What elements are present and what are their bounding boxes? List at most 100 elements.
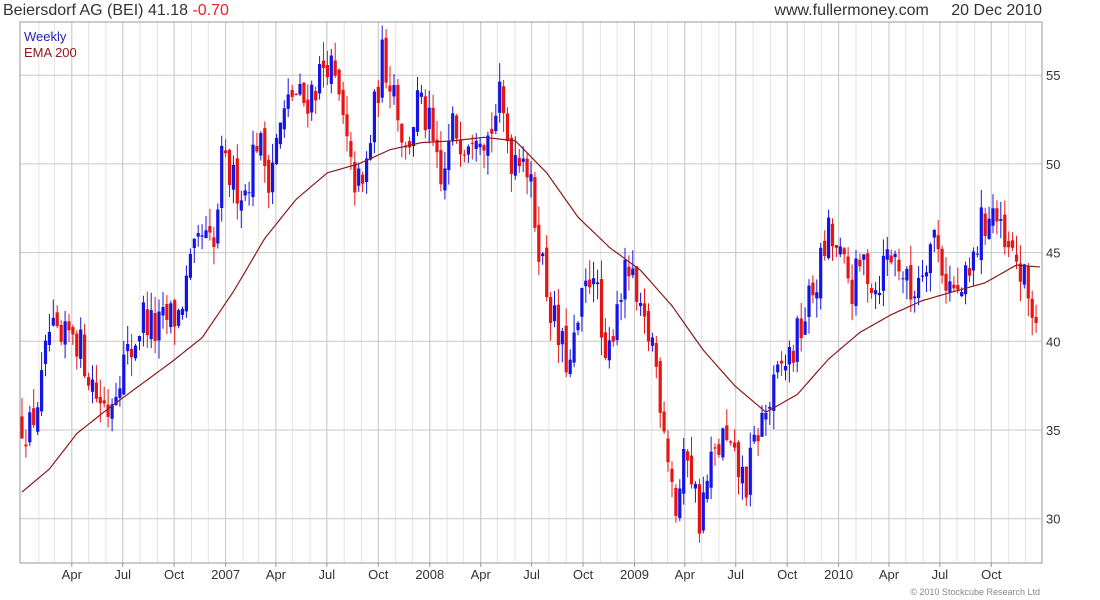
candle-up [580, 288, 584, 317]
candle-up [560, 331, 564, 345]
candle-down [294, 94, 298, 95]
candle-up [282, 108, 286, 130]
candle-down [944, 273, 948, 291]
candle-down [396, 84, 400, 121]
candle-down [490, 128, 494, 134]
candle-up [787, 347, 791, 365]
candle-down [388, 85, 392, 92]
candle-up [521, 158, 525, 162]
candle-down [823, 240, 827, 256]
candle-up [740, 466, 744, 484]
candle-down [353, 161, 357, 193]
candle-up [748, 447, 752, 495]
candle-up [928, 244, 932, 274]
candle-down [713, 447, 717, 449]
candle-down [20, 416, 24, 439]
candle-down [302, 82, 306, 104]
x-tick-label: Jul [932, 567, 949, 582]
candle-up [682, 449, 686, 494]
candle-up [200, 235, 204, 237]
candle-up [392, 85, 396, 97]
candle-down [654, 343, 658, 367]
candle-down [689, 455, 694, 485]
candle-up [607, 340, 611, 361]
candle-down [666, 438, 670, 463]
copyright-notice: © 2010 Stockcube Research Ltd [910, 587, 1040, 597]
candle-up [169, 303, 173, 327]
candle-down [321, 60, 326, 69]
candle-up [415, 90, 420, 132]
candle-up [584, 280, 588, 287]
candle-down [227, 149, 232, 186]
x-tick-label: 2009 [620, 567, 649, 582]
candle-up [161, 307, 165, 316]
x-axis-ticks: Apr Jul Oct 2007 Apr Jul Oct 2008 Apr Jul Oct 2009 A… [62, 563, 1002, 582]
candle-down [325, 65, 329, 78]
candle-down [733, 442, 737, 448]
candle-down [697, 484, 701, 534]
candle-down [744, 466, 748, 498]
x-tick-label: Apr [879, 567, 900, 582]
x-tick-label: 2008 [415, 567, 444, 582]
candle-down [952, 284, 956, 289]
candle-down [811, 282, 815, 296]
candle-up [310, 84, 314, 113]
candle-down [1011, 240, 1015, 248]
candle-up [932, 229, 936, 238]
candle-up [298, 84, 302, 95]
candle-up [122, 354, 126, 395]
candle-down [537, 224, 541, 262]
candle-up [419, 92, 423, 97]
x-tick-label: Jul [318, 567, 335, 582]
candle-up [960, 291, 964, 297]
candle-down [71, 327, 75, 335]
candle-up [251, 144, 255, 198]
candle-up [877, 292, 882, 296]
candle-up [764, 412, 768, 420]
candle-down [983, 213, 987, 236]
x-tick-label: Apr [675, 567, 696, 582]
candle-up [365, 158, 369, 182]
candle-up [47, 331, 51, 345]
candle-up [126, 344, 130, 352]
candle-down [646, 310, 651, 342]
candle-up [188, 254, 192, 278]
candle-up [231, 164, 235, 190]
candle-up [274, 137, 279, 165]
candle-up [760, 412, 764, 437]
candle-up [721, 428, 725, 458]
candle-up [184, 275, 188, 312]
candle-down [376, 86, 380, 103]
candle-up [807, 285, 811, 317]
candle-down [400, 123, 404, 143]
candle-up [917, 277, 921, 299]
candle-down [32, 408, 36, 426]
candle-up [79, 329, 83, 359]
candle-down [627, 266, 631, 277]
candle-down [509, 137, 513, 174]
candle-up [619, 300, 623, 302]
candle-up [368, 143, 373, 160]
candle-up [913, 296, 917, 299]
candle-up [948, 281, 952, 293]
y-tick-label: 35 [1046, 423, 1060, 438]
candle-up [286, 94, 290, 109]
candle-up [329, 55, 333, 84]
candle-up [141, 302, 145, 333]
candle-down [87, 377, 91, 386]
candle-down [423, 96, 427, 131]
x-tick-label: Oct [368, 567, 389, 582]
candle-down [603, 332, 607, 358]
candle-down [858, 259, 862, 267]
candle-down [94, 382, 98, 399]
candle-down [1026, 266, 1030, 299]
candle-down [642, 303, 647, 317]
candle-down [670, 468, 674, 482]
candle-down [1014, 254, 1019, 262]
candle-up [239, 200, 243, 211]
candle-down [455, 115, 459, 139]
candle-up [905, 268, 909, 281]
candle-up [615, 304, 619, 341]
candle-up [90, 379, 95, 392]
candle-up [529, 174, 533, 182]
